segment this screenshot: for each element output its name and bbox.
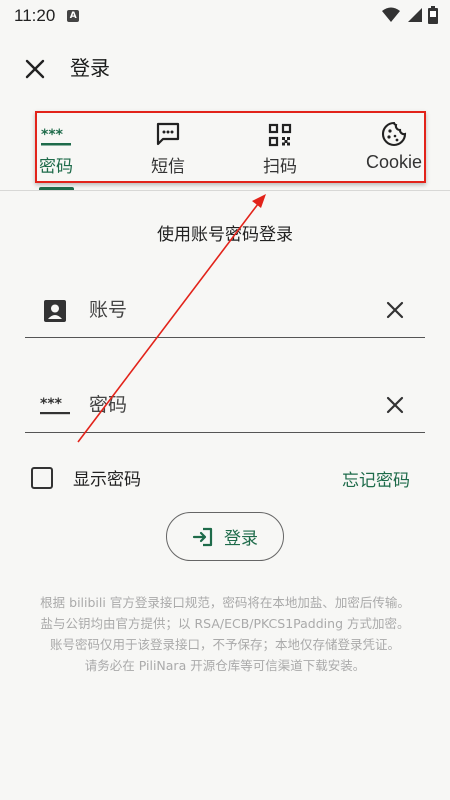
show-password-checkbox[interactable] (31, 466, 53, 489)
qr-code-icon (268, 123, 292, 147)
password-input[interactable] (89, 387, 359, 423)
tab-label: 密码 (39, 157, 73, 177)
security-footnote: 根据 bilibili 官方登录接口规范，密码将在本地加盐、加密后传输。 盐与公… (24, 592, 426, 676)
close-icon (386, 301, 404, 319)
account-field (25, 278, 425, 338)
notification-a-icon: A (67, 10, 80, 22)
svg-text:***: *** (40, 396, 63, 412)
login-button-label: 登录 (224, 529, 258, 549)
footnote-line: 账号密码仅用于该登录接口，不予保存；本地仅存储登录凭证。 (49, 637, 400, 652)
tab-cookie[interactable]: Cookie (364, 113, 424, 181)
signal-icon (408, 8, 422, 22)
tab-label: 扫码 (263, 157, 297, 177)
password-icon: *** (41, 127, 71, 146)
show-password-label: 显示密码 (73, 470, 141, 490)
account-box-icon (44, 300, 66, 322)
status-time: 11:20 (14, 6, 56, 25)
login-icon (192, 527, 213, 546)
footnote-line: 盐与公钥均由官方提供；以 RSA/ECB/PKCS1Padding 方式加密。 (40, 616, 410, 631)
login-button[interactable]: 登录 (166, 512, 284, 561)
footnote-line: 请务必在 PiliNara 开源仓库等可信渠道下载安装。 (84, 658, 366, 673)
close-icon (25, 59, 45, 79)
clear-account-button[interactable] (381, 296, 409, 324)
sms-icon (156, 122, 180, 146)
svg-text:***: *** (41, 127, 64, 143)
close-button[interactable] (20, 54, 50, 84)
wifi-icon (382, 7, 400, 22)
tab-label: 短信 (151, 157, 185, 177)
clear-password-button[interactable] (381, 391, 409, 419)
forgot-password-link[interactable]: 忘记密码 (342, 466, 410, 491)
tab-divider (0, 190, 450, 191)
tab-label: Cookie (365, 152, 423, 172)
footnote-line: 根据 bilibili 官方登录接口规范，密码将在本地加盐、加密后传输。 (40, 595, 410, 610)
battery-icon (428, 6, 438, 24)
status-icons (382, 6, 438, 24)
section-title: 使用账号密码登录 (157, 225, 293, 245)
cookie-icon (381, 121, 407, 147)
login-method-tabs: *** 密码 短信 扫码 Cookie (38, 113, 424, 181)
close-icon (386, 396, 404, 414)
tab-password[interactable]: *** 密码 (38, 113, 74, 181)
show-password-toggle[interactable]: 显示密码 (31, 465, 141, 490)
password-icon: *** (40, 396, 70, 415)
app-bar: 登录 (0, 40, 450, 96)
status-bar: 11:20 A (0, 0, 450, 32)
account-input[interactable] (89, 292, 359, 328)
password-field: *** (25, 373, 425, 433)
page-title: 登录 (70, 56, 110, 80)
tab-sms[interactable]: 短信 (150, 113, 186, 181)
tab-qrcode[interactable]: 扫码 (262, 113, 298, 181)
